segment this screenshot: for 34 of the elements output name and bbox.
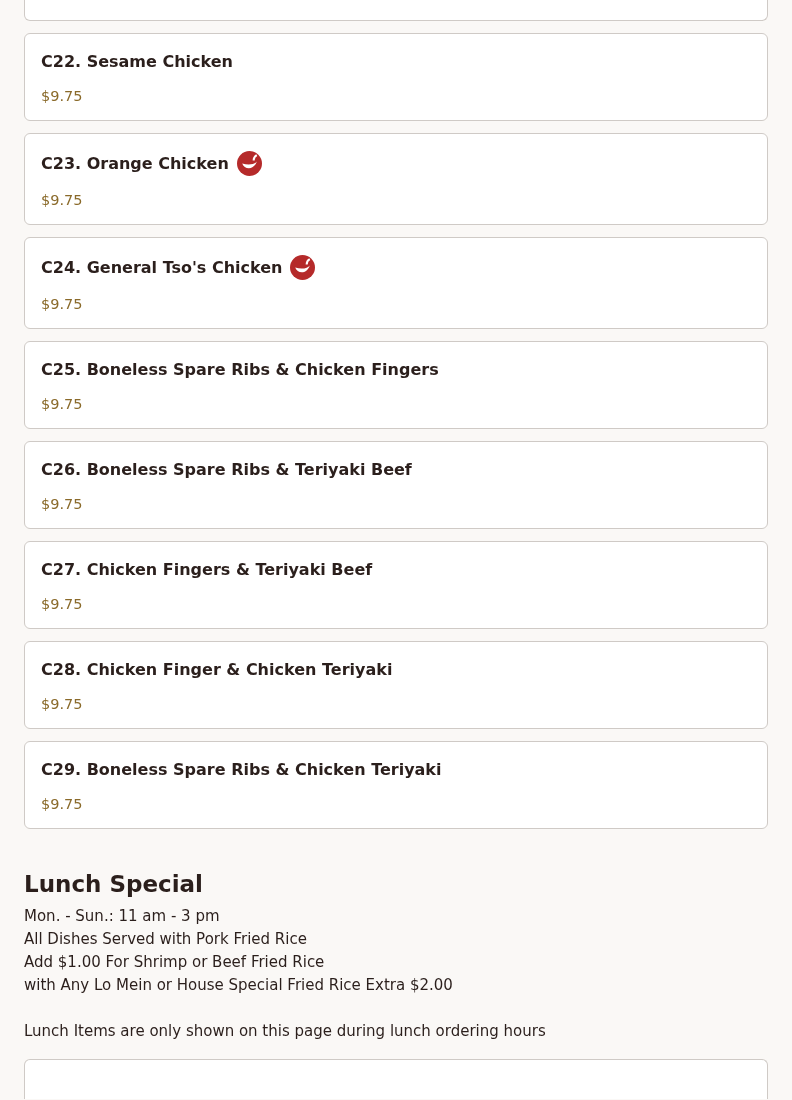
section-info-line: Add $1.00 For Shrimp or Beef Fried Rice bbox=[24, 952, 326, 973]
chili-pepper-icon bbox=[290, 254, 316, 280]
menu-item-card[interactable]: C29. Boneless Spare Ribs & Chicken Teriyaki $9.75 bbox=[24, 741, 768, 829]
item-price: $9.75 bbox=[41, 796, 84, 812]
item-name: C28. Chicken Finger & Chicken Teriyaki bbox=[41, 659, 393, 679]
item-name: C23. Orange Chicken bbox=[41, 153, 229, 173]
item-price: $9.75 bbox=[41, 88, 84, 104]
menu-item-card[interactable]: C23. Orange Chicken $9.75 bbox=[24, 133, 768, 225]
item-price: $9.75 bbox=[41, 696, 84, 712]
item-name: C26. Boneless Spare Ribs & Teriyaki Beef bbox=[41, 459, 412, 479]
section-info-line: All Dishes Served with Pork Fried Rice bbox=[24, 929, 308, 950]
menu-item-card[interactable]: C26. Boneless Spare Ribs & Teriyaki Beef $9.75 bbox=[24, 441, 768, 529]
menu-item-card[interactable]: C25. Boneless Spare Ribs & Chicken Fingers $9.75 bbox=[24, 341, 768, 429]
chili-pepper-icon bbox=[236, 150, 262, 176]
menu-item-card[interactable]: C27. Chicken Fingers & Teriyaki Beef $9.75 bbox=[24, 541, 768, 629]
menu-item-card[interactable] bbox=[24, 1059, 768, 1099]
item-name: C25. Boneless Spare Ribs & Chicken Fingers bbox=[41, 359, 439, 379]
section-info-line: Mon. - Sun.: 11 am - 3 pm bbox=[24, 906, 221, 927]
menu-item-card[interactable]: C22. Sesame Chicken $9.75 bbox=[24, 33, 768, 121]
item-name: C29. Boneless Spare Ribs & Chicken Teriyaki bbox=[41, 759, 442, 779]
item-price: $9.75 bbox=[41, 396, 84, 412]
item-price: $9.75 bbox=[41, 496, 84, 512]
item-name: C22. Sesame Chicken bbox=[41, 51, 233, 71]
lunch-note: Lunch Items are only shown on this page during lunch ordering hours bbox=[24, 1021, 547, 1042]
item-price: $9.75 bbox=[41, 296, 84, 312]
section-info-line: with Any Lo Mein or House Special Fried Rice Extra $2.00 bbox=[24, 975, 454, 996]
item-name: C27. Chicken Fingers & Teriyaki Beef bbox=[41, 559, 373, 579]
item-price: $9.75 bbox=[41, 192, 84, 208]
item-price: $9.75 bbox=[41, 596, 84, 612]
menu-item-card[interactable]: C28. Chicken Finger & Chicken Teriyaki $9.75 bbox=[24, 641, 768, 729]
item-name: C24. General Tso's Chicken bbox=[41, 257, 283, 277]
menu-item-card[interactable] bbox=[24, 0, 768, 21]
section-title: Lunch Special bbox=[24, 871, 204, 897]
menu-item-card[interactable]: C24. General Tso's Chicken $9.75 bbox=[24, 237, 768, 329]
